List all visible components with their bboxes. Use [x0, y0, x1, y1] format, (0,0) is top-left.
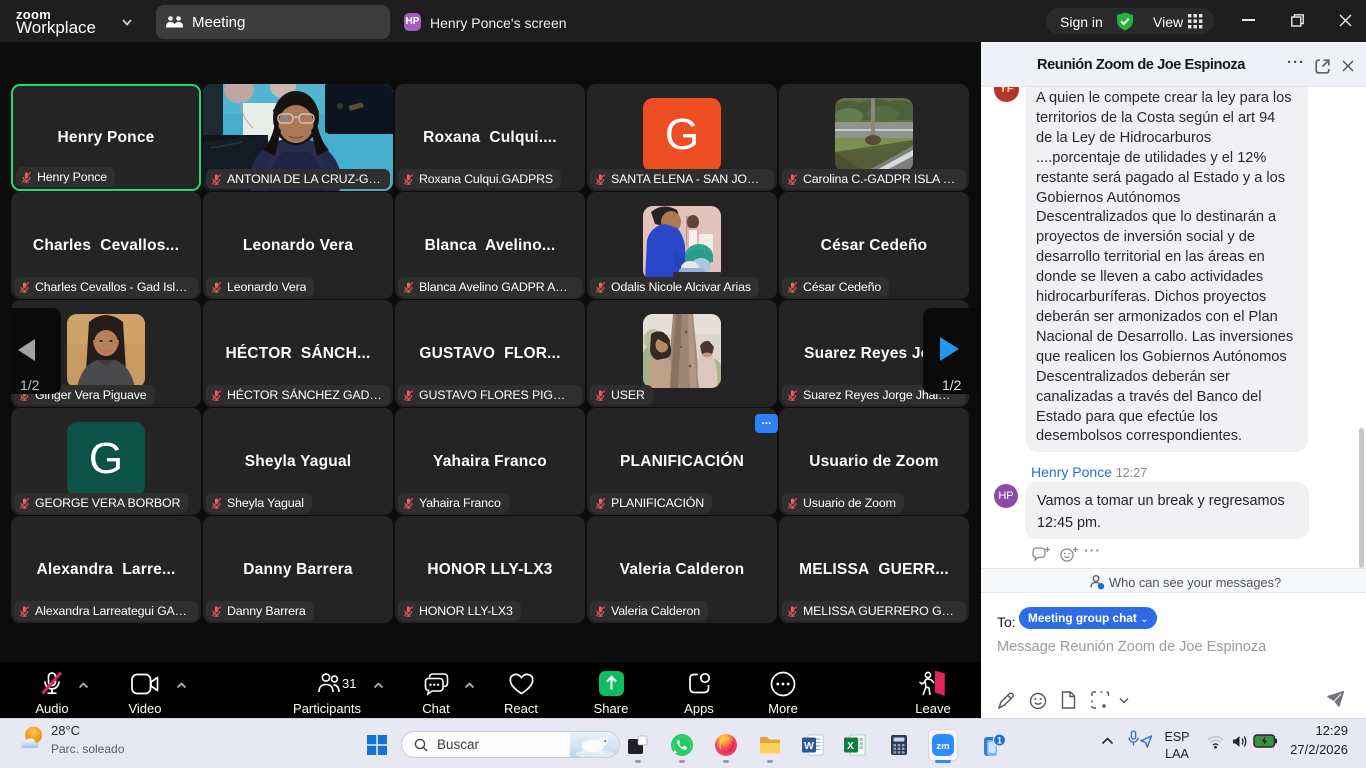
svg-text:1: 1 — [997, 736, 1002, 746]
svg-text:zm: zm — [936, 741, 949, 752]
svg-text:W: W — [804, 740, 814, 752]
svg-text:X: X — [847, 741, 854, 752]
